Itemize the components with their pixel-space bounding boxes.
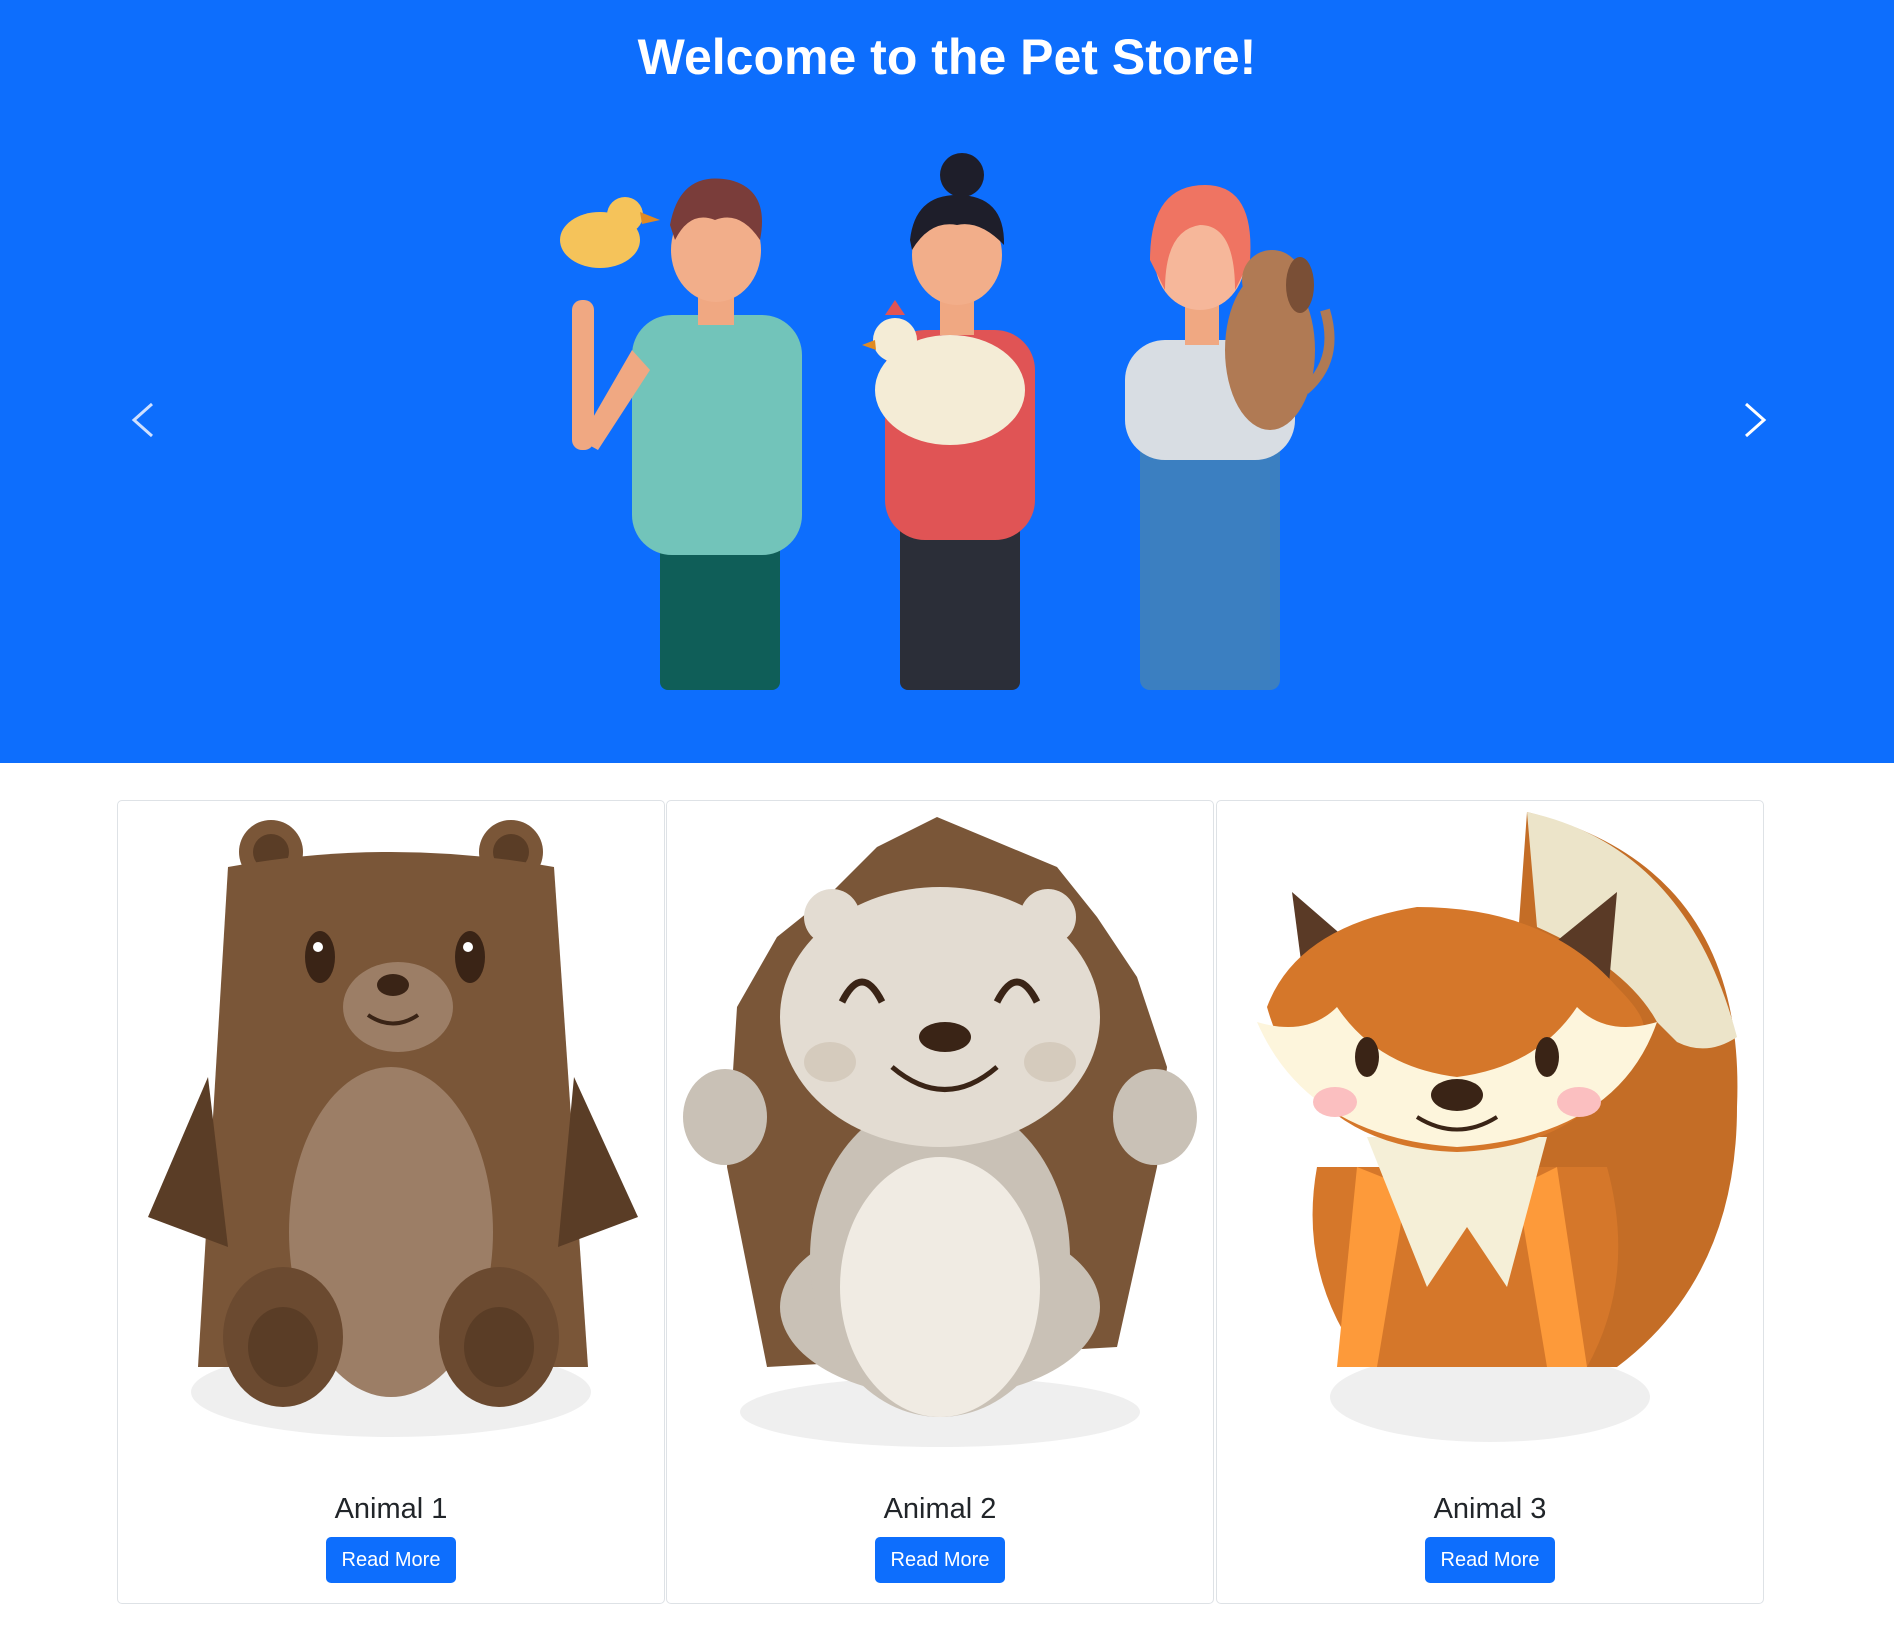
- person-with-chicken: [862, 153, 1035, 690]
- chevron-left-icon: [131, 402, 153, 438]
- carousel-next-button[interactable]: [1726, 390, 1786, 450]
- bear-image: [148, 820, 638, 1437]
- read-more-button[interactable]: Read More: [326, 1537, 456, 1583]
- person-with-dog: [1125, 185, 1335, 690]
- chevron-right-icon: [1745, 402, 1767, 438]
- animal-card: Animal 3 Read More: [1216, 800, 1764, 1604]
- animal-cards: Animal 1 Read More Animal 2 Read More An…: [117, 800, 1766, 1606]
- person-with-bird: [560, 178, 802, 690]
- hedgehog-image: [683, 817, 1197, 1447]
- fox-image: [1257, 812, 1738, 1442]
- card-title: Animal 1: [334, 1493, 448, 1525]
- animal-card: Animal 1 Read More: [117, 800, 665, 1604]
- card-title: Animal 3: [1433, 1493, 1547, 1525]
- animal-card: Animal 2 Read More: [666, 800, 1214, 1604]
- hero-carousel: Welcome to the Pet Store!: [0, 0, 1894, 763]
- read-more-button[interactable]: Read More: [875, 1537, 1005, 1583]
- page-title: Welcome to the Pet Store!: [637, 29, 1257, 85]
- card-title: Animal 2: [883, 1493, 997, 1525]
- read-more-button[interactable]: Read More: [1425, 1537, 1555, 1583]
- carousel-prev-button[interactable]: [112, 390, 172, 450]
- hero-illustration: [560, 153, 1335, 690]
